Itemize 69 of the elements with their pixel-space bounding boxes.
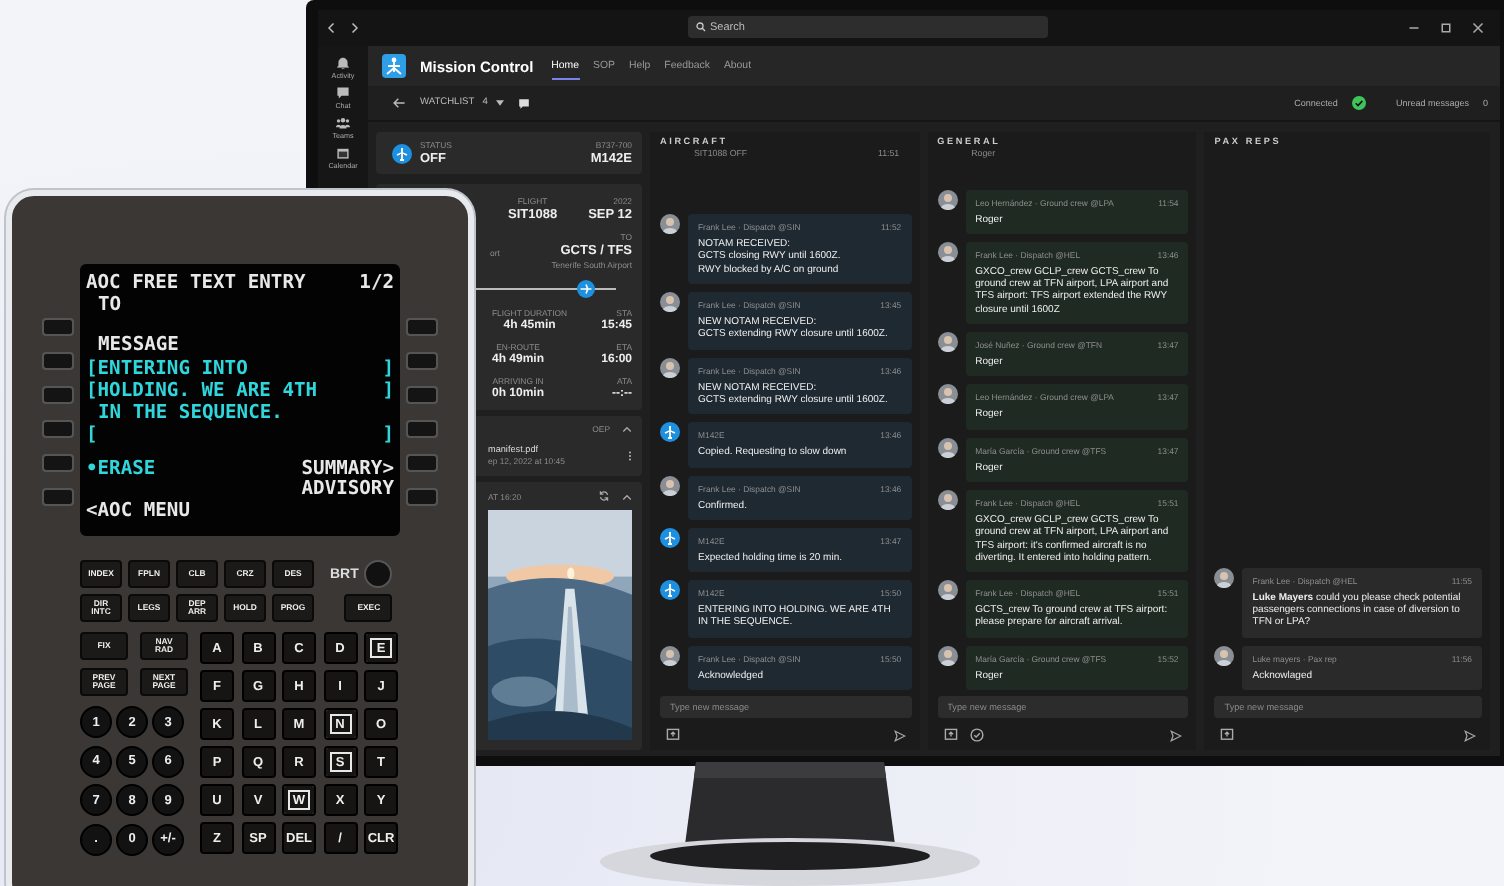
line-select-key[interactable] bbox=[406, 454, 438, 472]
line-select-key[interactable] bbox=[406, 318, 438, 336]
line-select-key[interactable] bbox=[42, 386, 74, 404]
screen-text: •ERASE bbox=[86, 458, 156, 481]
line-select-key[interactable] bbox=[406, 420, 438, 438]
back-icon[interactable] bbox=[326, 22, 338, 34]
screen-text: ] bbox=[382, 424, 394, 447]
line-select-key[interactable] bbox=[406, 352, 438, 370]
screen-text: ] bbox=[382, 357, 394, 380]
send-icon[interactable] bbox=[1463, 729, 1476, 741]
progress-thumb[interactable] bbox=[576, 280, 595, 298]
minimize-icon[interactable] bbox=[1408, 22, 1420, 34]
avatar bbox=[937, 241, 958, 262]
screen-text: ] bbox=[382, 379, 394, 402]
avatar bbox=[1214, 645, 1235, 666]
chevron-up-icon[interactable] bbox=[622, 491, 632, 501]
screen-text: [ENTERING INTO bbox=[86, 357, 248, 380]
logo-icon bbox=[382, 54, 406, 78]
screen-text: SUMMARY> bbox=[301, 458, 394, 481]
calendar-icon bbox=[336, 146, 350, 160]
screen-text: MESSAGE bbox=[96, 334, 179, 358]
screen-text: <AOC MENU bbox=[86, 499, 190, 522]
airplane-icon bbox=[392, 143, 412, 163]
caret-icon bbox=[495, 100, 504, 106]
refresh-icon[interactable] bbox=[598, 490, 610, 502]
avatar bbox=[937, 580, 958, 601]
maximize-icon[interactable] bbox=[1440, 22, 1452, 34]
avatar bbox=[937, 384, 958, 405]
airplane-avatar-icon bbox=[660, 527, 680, 548]
line-select-key[interactable] bbox=[406, 488, 438, 506]
line-select-key[interactable] bbox=[42, 454, 74, 472]
avatar bbox=[1214, 567, 1235, 588]
forward-icon[interactable] bbox=[348, 22, 360, 34]
close-icon[interactable] bbox=[1472, 22, 1484, 34]
avatar bbox=[937, 645, 958, 666]
avatar bbox=[660, 475, 680, 496]
chat-icon bbox=[336, 86, 350, 100]
screen-text: ADVISORY bbox=[301, 477, 394, 500]
avatar bbox=[937, 437, 958, 458]
line-select-key[interactable] bbox=[406, 386, 438, 404]
send-icon[interactable] bbox=[1170, 729, 1183, 741]
line-select-key[interactable] bbox=[42, 352, 74, 370]
people-icon bbox=[336, 116, 350, 130]
avatar bbox=[660, 645, 680, 666]
screen-text: IN THE SEQUENCE. bbox=[96, 401, 283, 425]
avatar bbox=[937, 189, 958, 210]
line-select-key[interactable] bbox=[42, 488, 74, 506]
airplane-avatar-icon bbox=[660, 580, 680, 601]
avatar bbox=[937, 489, 958, 510]
avatar bbox=[937, 332, 958, 353]
send-icon[interactable] bbox=[893, 729, 906, 741]
screen-text: AOC FREE TEXT ENTRY bbox=[86, 272, 306, 295]
brightness-knob[interactable] bbox=[364, 560, 393, 588]
avatar bbox=[660, 292, 680, 313]
avatar bbox=[660, 214, 680, 235]
chevron-up-icon[interactable] bbox=[622, 424, 632, 434]
bell-icon bbox=[335, 56, 350, 70]
back-arrow-icon[interactable] bbox=[392, 96, 406, 110]
chat-icon[interactable] bbox=[517, 97, 530, 109]
line-select-key[interactable] bbox=[42, 318, 74, 336]
screen-text: 1/2 bbox=[359, 272, 394, 295]
airplane-avatar-icon bbox=[660, 422, 680, 443]
screen-text: [HOLDING. WE ARE 4TH bbox=[86, 379, 318, 402]
check-circle-icon[interactable] bbox=[969, 728, 984, 742]
avatar bbox=[660, 357, 680, 378]
line-select-key[interactable] bbox=[42, 420, 74, 438]
screen-text: [ bbox=[86, 424, 98, 447]
screen-text: TO bbox=[96, 294, 122, 317]
search-icon bbox=[696, 22, 706, 32]
